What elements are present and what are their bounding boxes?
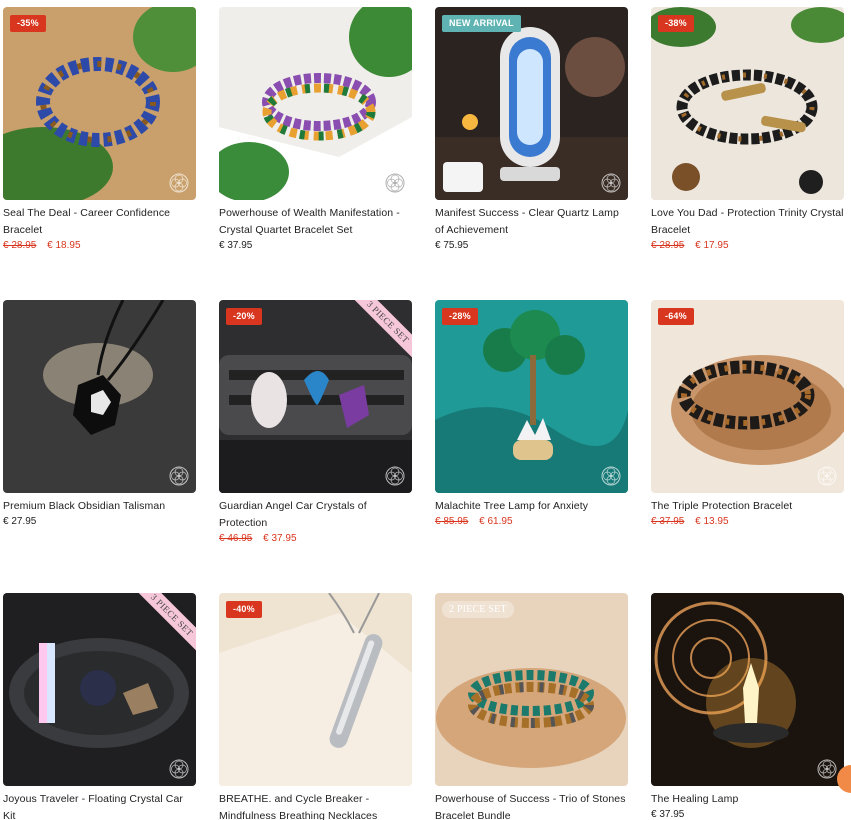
discount-badge: -28% (442, 308, 478, 325)
price-row: € 27.95 (3, 516, 196, 532)
price: € 75.95 (435, 240, 469, 251)
product-title[interactable]: Love You Dad - Protection Trinity Crysta… (651, 205, 844, 239)
product-card[interactable]: -20% 3 PIECE SET Guardian Angel Car Crys… (219, 300, 412, 549)
product-image[interactable]: -28% (435, 300, 628, 493)
product-card[interactable]: -28% Malachite Tree Lamp for Anxiety € 8… (435, 300, 628, 532)
product-image[interactable]: 2 PIECE SET (435, 593, 628, 786)
original-price: € 85.95 (435, 516, 469, 527)
product-card[interactable]: -38% Love You Dad - Protection Trinity C… (651, 7, 844, 256)
price-row: € 37.95 € 13.95 (651, 516, 844, 532)
product-image[interactable] (3, 300, 196, 493)
product-image[interactable]: NEW ARRIVAL (435, 7, 628, 200)
product-title[interactable]: Powerhouse of Wealth Manifestation - Cry… (219, 205, 412, 239)
price-row: € 28.95 € 17.95 (651, 240, 844, 256)
product-title[interactable]: Seal The Deal - Career Confidence Bracel… (3, 205, 196, 239)
product-title[interactable]: Guardian Angel Car Crystals of Protectio… (219, 498, 412, 532)
product-card[interactable]: NEW ARRIVAL Manifest Success - Clear Qua… (435, 7, 628, 256)
sale-price: € 17.95 (695, 240, 729, 251)
product-image[interactable]: -64% (651, 300, 844, 493)
original-price: € 46.95 (219, 533, 253, 544)
product-title[interactable]: Premium Black Obsidian Talisman (3, 498, 196, 515)
product-grid: -35% Seal The Deal - Career Confidence B… (0, 0, 851, 820)
sale-price: € 18.95 (47, 240, 81, 251)
product-title[interactable]: Powerhouse of Success - Trio of Stones B… (435, 791, 628, 820)
product-title[interactable]: Joyous Traveler - Floating Crystal Car K… (3, 791, 196, 820)
product-title[interactable]: The Triple Protection Bracelet (651, 498, 844, 515)
product-image[interactable] (219, 7, 412, 200)
product-image[interactable]: -20% 3 PIECE SET (219, 300, 412, 493)
flower-of-life-icon (385, 173, 405, 193)
new-arrival-badge: NEW ARRIVAL (442, 15, 521, 32)
flower-of-life-icon (169, 173, 189, 193)
price-row: € 37.95 (651, 809, 844, 820)
flower-of-life-icon (601, 466, 621, 486)
product-title[interactable]: Malachite Tree Lamp for Anxiety (435, 498, 628, 515)
product-image[interactable]: -35% (3, 7, 196, 200)
sale-price: € 37.95 (263, 533, 297, 544)
set-badge: 2 PIECE SET (442, 601, 514, 618)
product-title[interactable]: BREATHE. and Cycle Breaker - Mindfulness… (219, 791, 412, 820)
original-price: € 28.95 (651, 240, 685, 251)
breathing-necklace-image (219, 593, 412, 786)
product-card[interactable]: The Healing Lamp € 37.95 (651, 593, 844, 820)
trinity-bracelet-image (651, 7, 844, 200)
flower-of-life-icon (817, 466, 837, 486)
sale-price: € 61.95 (479, 516, 513, 527)
price: € 37.95 (219, 240, 253, 251)
product-card[interactable]: -40% BREATHE. and Cycle Breaker - Mindfu… (219, 593, 412, 820)
flower-of-life-icon (169, 466, 189, 486)
product-image[interactable]: -38% (651, 7, 844, 200)
product-card[interactable]: -35% Seal The Deal - Career Confidence B… (3, 7, 196, 256)
product-image[interactable] (651, 593, 844, 786)
discount-badge: -35% (10, 15, 46, 32)
discount-badge: -20% (226, 308, 262, 325)
product-card[interactable]: Premium Black Obsidian Talisman € 27.95 (3, 300, 196, 532)
price-row: € 85.95 € 61.95 (435, 516, 628, 532)
original-price: € 28.95 (3, 240, 37, 251)
discount-badge: -38% (658, 15, 694, 32)
discount-badge: -64% (658, 308, 694, 325)
product-image[interactable]: -40% (219, 593, 412, 786)
price: € 27.95 (3, 516, 37, 527)
product-title[interactable]: Manifest Success - Clear Quartz Lamp of … (435, 205, 628, 239)
price: € 37.95 (651, 809, 685, 820)
product-image[interactable]: 3 PIECE SET (3, 593, 196, 786)
price-row: € 46.95 € 37.95 (219, 533, 412, 549)
flower-of-life-icon (169, 759, 189, 779)
flower-of-life-icon (385, 466, 405, 486)
product-card[interactable]: 3 PIECE SET Joyous Traveler - Floating C… (3, 593, 196, 820)
discount-badge: -40% (226, 601, 262, 618)
product-card[interactable]: 2 PIECE SET Powerhouse of Success - Trio… (435, 593, 628, 820)
trio-bracelet-bundle-image (435, 593, 628, 786)
product-title[interactable]: The Healing Lamp (651, 791, 844, 808)
price-row: € 28.95 € 18.95 (3, 240, 196, 256)
price-row: € 37.95 (219, 240, 412, 256)
original-price: € 37.95 (651, 516, 685, 527)
flower-of-life-icon (601, 173, 621, 193)
product-card[interactable]: -64% The Triple Protection Bracelet € 37… (651, 300, 844, 532)
sale-price: € 13.95 (695, 516, 729, 527)
product-card[interactable]: Powerhouse of Wealth Manifestation - Cry… (219, 7, 412, 256)
flower-of-life-icon (817, 759, 837, 779)
price-row: € 75.95 (435, 240, 628, 256)
